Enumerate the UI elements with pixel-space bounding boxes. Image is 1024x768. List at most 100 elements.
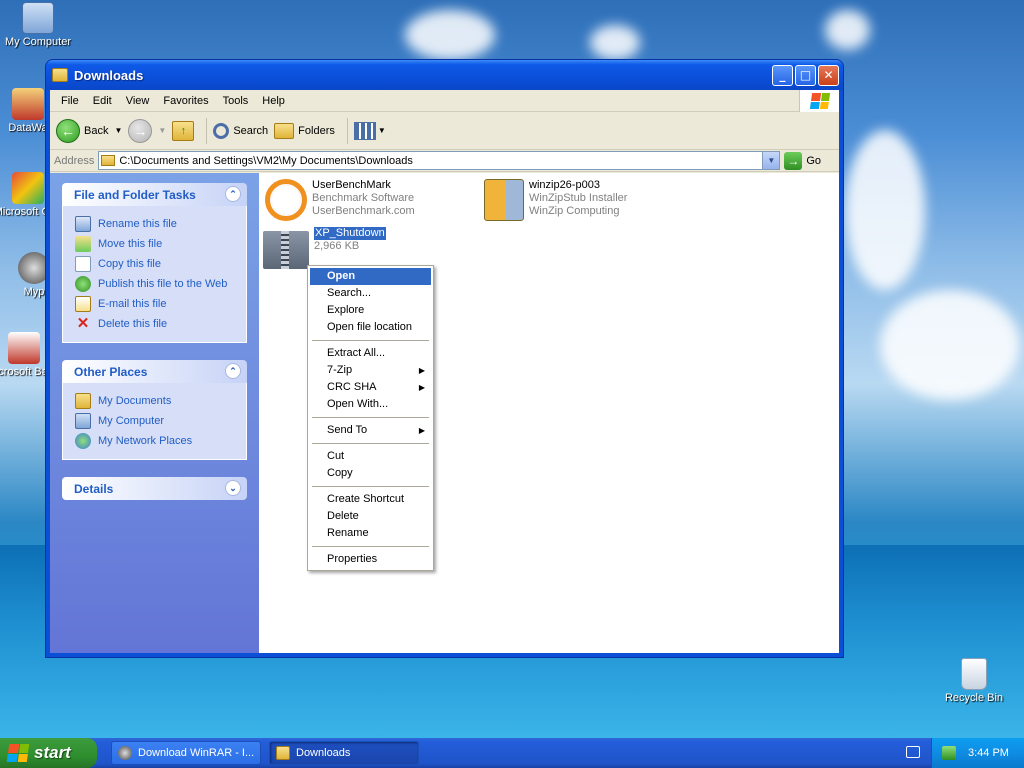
explorer-window: Downloads _ □ ✕ File Edit View Favorites… xyxy=(45,59,844,658)
go-button[interactable]: → Go xyxy=(784,151,821,170)
chevron-down-icon[interactable]: ▼ xyxy=(378,126,386,135)
delete-x-icon: ✕ xyxy=(76,315,90,332)
address-input[interactable]: C:\Documents and Settings\VM2\My Documen… xyxy=(98,151,781,170)
copy-icon xyxy=(75,256,91,272)
task-copy[interactable]: Copy this file xyxy=(75,254,246,274)
menu-tools[interactable]: Tools xyxy=(216,95,256,107)
close-button[interactable]: ✕ xyxy=(818,64,839,86)
menu-item-open-file-location[interactable]: Open file location xyxy=(310,319,431,336)
menu-item-7zip[interactable]: 7-Zip ▶ xyxy=(310,362,431,379)
search-button[interactable]: Search xyxy=(213,122,268,139)
file-description: WinZipStub Installer xyxy=(529,192,628,204)
panel-header[interactable]: Details ⌄ xyxy=(62,477,247,500)
documents-folder-icon xyxy=(75,393,91,409)
title-bar[interactable]: Downloads _ □ ✕ xyxy=(46,60,843,90)
menu-help[interactable]: Help xyxy=(255,95,292,107)
forward-button[interactable]: → ▼ xyxy=(128,118,166,143)
menu-separator xyxy=(312,417,429,418)
menu-file[interactable]: File xyxy=(54,95,86,107)
address-bar: Address C:\Documents and Settings\VM2\My… xyxy=(50,150,839,172)
views-button[interactable]: ▼ xyxy=(353,121,386,140)
cloud xyxy=(825,10,870,50)
menu-item-explore[interactable]: Explore xyxy=(310,302,431,319)
menu-item-open[interactable]: Open xyxy=(310,268,431,285)
clock[interactable]: 3:44 PM xyxy=(968,747,1009,759)
place-my-network-places[interactable]: My Network Places xyxy=(75,431,246,451)
panel-title: Other Places xyxy=(74,364,148,379)
folder-icon xyxy=(101,155,116,166)
place-my-documents[interactable]: My Documents xyxy=(75,391,246,411)
submenu-arrow-icon: ▶ xyxy=(418,383,425,392)
task-email[interactable]: E-mail this file xyxy=(75,294,246,314)
network-icon xyxy=(75,433,91,449)
menu-item-properties[interactable]: Properties xyxy=(310,551,431,568)
desktop-icon-my-computer[interactable]: My Computer xyxy=(0,2,78,48)
folders-icon xyxy=(274,122,295,139)
menu-item-create-shortcut[interactable]: Create Shortcut xyxy=(310,491,431,508)
task-delete[interactable]: ✕ Delete this file xyxy=(75,314,246,334)
menu-favorites[interactable]: Favorites xyxy=(156,95,215,107)
menu-item-open-with[interactable]: Open With... xyxy=(310,396,431,413)
panel-header[interactable]: File and Folder Tasks ⌃ xyxy=(62,183,247,206)
taskbar-button-label: Downloads xyxy=(296,747,351,759)
toolbar: ← Back ▼ → ▼ ↑ Search Folders ▼ xyxy=(50,112,839,150)
submenu-arrow-icon: ▶ xyxy=(418,426,425,435)
cloud xyxy=(880,290,1020,400)
task-move[interactable]: Move this file xyxy=(75,234,246,254)
file-item-userbenchmark[interactable]: UserBenchMark Benchmark Software UserBen… xyxy=(265,179,415,221)
windows-logo-icon xyxy=(799,90,839,112)
menu-item-extract-all[interactable]: Extract All... xyxy=(310,345,431,362)
menu-item-rename[interactable]: Rename xyxy=(310,525,431,542)
chevron-up-icon[interactable]: ⌃ xyxy=(225,186,241,202)
menu-item-search[interactable]: Search... xyxy=(310,285,431,302)
menu-item-copy[interactable]: Copy xyxy=(310,465,431,482)
move-icon xyxy=(75,236,91,252)
place-label: My Network Places xyxy=(98,435,193,447)
network-icon[interactable] xyxy=(942,746,956,760)
zip-folder-icon xyxy=(263,231,309,269)
menu-item-label: Send To xyxy=(327,424,368,436)
minimize-button[interactable]: _ xyxy=(772,64,793,86)
maximize-button[interactable]: □ xyxy=(795,64,816,86)
file-item-xp-shutdown[interactable]: XP_Shutdown 2,966 KB xyxy=(263,227,386,269)
place-my-computer[interactable]: My Computer xyxy=(75,411,246,431)
forward-arrow-icon: → xyxy=(128,118,153,143)
app-icon xyxy=(8,332,40,364)
desktop-icon-recycle-bin[interactable]: Recycle Bin xyxy=(934,658,1014,704)
chevron-down-icon[interactable]: ⌄ xyxy=(225,480,241,496)
chevron-down-icon[interactable]: ▼ xyxy=(114,126,122,135)
up-folder-button[interactable]: ↑ xyxy=(172,120,195,141)
folders-button[interactable]: Folders xyxy=(274,122,335,139)
menu-separator xyxy=(312,486,429,487)
views-icon xyxy=(353,121,376,140)
chevron-down-icon[interactable]: ▼ xyxy=(762,152,780,169)
menu-item-delete[interactable]: Delete xyxy=(310,508,431,525)
menu-item-label: CRC SHA xyxy=(327,381,377,393)
task-pane: File and Folder Tasks ⌃ Rename this file… xyxy=(50,173,259,653)
file-name: winzip26-p003 xyxy=(529,179,600,191)
menu-view[interactable]: View xyxy=(119,95,157,107)
panel-header[interactable]: Other Places ⌃ xyxy=(62,360,247,383)
cloud xyxy=(590,25,640,60)
taskbar-button-downloads[interactable]: Downloads xyxy=(269,741,419,765)
context-menu: Open Search... Explore Open file locatio… xyxy=(307,265,434,571)
taskbar-button-winrar[interactable]: Download WinRAR - I... xyxy=(111,741,261,765)
menu-item-crc-sha[interactable]: CRC SHA ▶ xyxy=(310,379,431,396)
toolbar-separator xyxy=(206,117,208,144)
keyboard-icon[interactable] xyxy=(906,746,920,758)
place-label: My Computer xyxy=(98,415,165,427)
file-item-winzip[interactable]: winzip26-p003 WinZipStub Installer WinZi… xyxy=(484,179,627,221)
file-description: Benchmark Software xyxy=(312,192,415,204)
menu-item-send-to[interactable]: Send To ▶ xyxy=(310,422,431,439)
details-panel: Details ⌄ xyxy=(62,477,247,500)
menu-edit[interactable]: Edit xyxy=(86,95,119,107)
file-size: 2,966 KB xyxy=(314,240,360,252)
task-publish[interactable]: Publish this file to the Web xyxy=(75,274,246,294)
chevron-up-icon[interactable]: ⌃ xyxy=(225,363,241,379)
task-rename[interactable]: Rename this file xyxy=(75,214,246,234)
userbenchmark-icon xyxy=(265,179,307,221)
back-button[interactable]: ← Back ▼ xyxy=(56,118,122,143)
start-button[interactable]: start xyxy=(0,738,97,768)
menu-item-cut[interactable]: Cut xyxy=(310,448,431,465)
chevron-down-icon[interactable]: ▼ xyxy=(158,126,166,135)
